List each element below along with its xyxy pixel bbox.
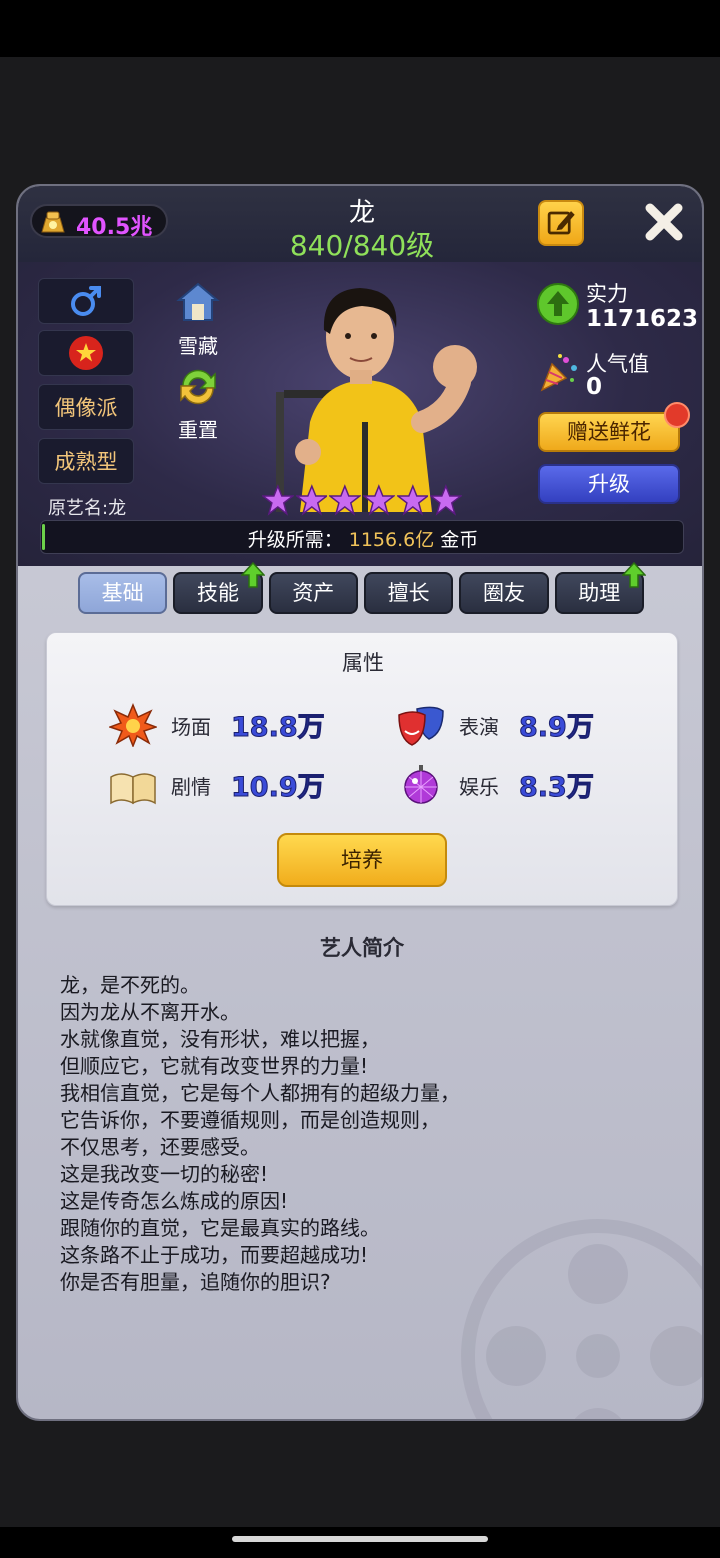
bio-line: 这条路不止于成功，而要超越成功! xyxy=(60,1243,369,1267)
tab-label: 擅长 xyxy=(387,581,430,605)
popularity-value: 0 xyxy=(586,374,603,400)
bio-line: 我相信直觉，它是每个人都拥有的超级力量， xyxy=(60,1081,460,1105)
edit-button[interactable] xyxy=(538,200,584,246)
upgrade-button[interactable]: 升级 xyxy=(538,464,680,504)
tab-3[interactable]: 擅长 xyxy=(363,572,454,614)
entertainment-label: 娱乐 xyxy=(459,775,499,799)
star-icon xyxy=(295,484,328,516)
hide-action[interactable]: 雪藏 xyxy=(168,280,228,359)
house-icon xyxy=(176,282,220,321)
style-badge: 偶像派 xyxy=(38,384,134,430)
strength-label: 实力 xyxy=(586,282,628,306)
male-icon xyxy=(71,286,101,316)
up-arrow-icon xyxy=(621,562,646,588)
train-button[interactable]: 培养 xyxy=(277,833,447,887)
tab-label: 圈友 xyxy=(482,581,525,605)
tab-5[interactable]: 助理 xyxy=(554,562,646,614)
tab-label: 基础 xyxy=(101,581,144,605)
artist-portrait xyxy=(276,288,477,512)
bio-line: 它告诉你，不要遵循规则，而是创造规则， xyxy=(60,1108,440,1132)
bio-line: 这是传奇怎么炼成的原因! xyxy=(60,1189,289,1213)
bottom-bar xyxy=(0,1527,720,1558)
tab-label: 资产 xyxy=(292,581,335,605)
properties-card: 属性 场面 18.8万 表演 8.9万 剧情 10.9万 娱乐 8.3万 培养 xyxy=(46,632,678,906)
nationality-badge xyxy=(38,330,134,376)
close-icon[interactable] xyxy=(642,200,686,244)
star-icon xyxy=(262,484,294,516)
book-icon xyxy=(110,773,156,805)
requirement-text: 升级所需： 1156.6亿 金币 xyxy=(41,525,685,552)
bio-line: 这是我改变一切的秘密! xyxy=(60,1162,269,1186)
home-indicator[interactable] xyxy=(232,1536,488,1542)
bio-line: 因为龙从不离开水。 xyxy=(60,1000,240,1024)
gender-badge xyxy=(38,278,134,324)
star-rating xyxy=(262,484,463,518)
artist-detail-panel: 40.5兆 龙 840/840级 偶像派 成熟型 原艺名:龙 雪藏 重置 实力 … xyxy=(16,184,704,1421)
screen: 40.5兆 龙 840/840级 偶像派 成熟型 原艺名:龙 雪藏 重置 实力 … xyxy=(0,0,720,1558)
scene-value: 18.8万 xyxy=(231,712,326,744)
bio-line: 不仅思考，还要感受。 xyxy=(60,1135,260,1159)
bio-line: 龙，是不死的。 xyxy=(60,973,200,997)
party-popper-icon xyxy=(540,354,577,392)
edit-icon xyxy=(547,211,575,235)
star-icon xyxy=(430,484,463,516)
artist-level: 840/840级 xyxy=(289,229,435,262)
explosion-icon xyxy=(109,703,157,747)
type-label: 成熟型 xyxy=(54,450,118,474)
tab-4[interactable]: 圈友 xyxy=(459,572,549,614)
disco-ball-icon xyxy=(404,765,438,804)
reset-label: 重置 xyxy=(178,418,218,442)
drama-mask-icon xyxy=(398,706,444,746)
up-arrow-icon xyxy=(240,562,265,588)
star-icon xyxy=(396,484,429,516)
tab-bar: 基础 技能 资产 擅长 圈友 助理 xyxy=(78,562,646,616)
scene-label: 场面 xyxy=(171,715,211,739)
upgrade-requirement-bar: 升级所需： 1156.6亿 金币 xyxy=(40,520,684,554)
reset-icon xyxy=(180,369,216,405)
style-label: 偶像派 xyxy=(54,396,118,420)
requirement-unit: 金币 xyxy=(440,529,479,551)
bio-line: 但顺应它，它就有改变世界的力量! xyxy=(60,1054,369,1078)
strength-value: 1171623 xyxy=(586,306,699,332)
china-flag-icon xyxy=(69,336,103,370)
tab-label: 助理 xyxy=(578,581,621,605)
properties-title: 属性 xyxy=(342,651,384,675)
bio-line: 跟随你的直觉，它是最真实的路线。 xyxy=(60,1216,380,1240)
reset-action[interactable]: 重置 xyxy=(168,364,228,443)
tab-1[interactable]: 技能 xyxy=(173,562,265,614)
status-bar xyxy=(0,0,720,57)
star-icon xyxy=(363,484,395,516)
plot-value: 10.9万 xyxy=(231,772,326,804)
bio-text[interactable]: 龙，是不死的。因为龙从不离开水。水就像直觉，没有形状，难以把握， 但顺应它，它就有… xyxy=(60,972,580,1296)
hero-area: 偶像派 成熟型 原艺名:龙 雪藏 重置 实力 1171623 人气值 0 赠送鲜… xyxy=(18,262,702,566)
requirement-label: 升级所需： xyxy=(247,529,343,551)
bio-title: 艺人简介 xyxy=(320,936,404,960)
requirement-amount: 1156.6亿 xyxy=(348,529,435,551)
star-icon xyxy=(329,484,362,516)
panel-header: 40.5兆 龙 840/840级 xyxy=(18,186,702,262)
acting-label: 表演 xyxy=(459,715,499,739)
strength-up-icon xyxy=(537,283,579,325)
bio-line: 水就像直觉，没有形状，难以把握， xyxy=(60,1027,380,1051)
acting-value: 8.9万 xyxy=(519,712,595,744)
tab-2[interactable]: 资产 xyxy=(268,572,358,614)
type-badge: 成熟型 xyxy=(38,438,134,484)
tab-0[interactable]: 基础 xyxy=(78,572,168,614)
entertainment-value: 8.3万 xyxy=(519,772,595,804)
bio-line: 你是否有胆量，追随你的胆识? xyxy=(60,1270,331,1294)
original-name: 原艺名:龙 xyxy=(48,498,127,519)
plot-label: 剧情 xyxy=(171,775,211,799)
tab-label: 技能 xyxy=(196,581,239,605)
gift-flower-button[interactable]: 赠送鲜花 xyxy=(538,412,680,452)
hide-label: 雪藏 xyxy=(178,334,218,358)
notification-dot xyxy=(664,402,690,428)
